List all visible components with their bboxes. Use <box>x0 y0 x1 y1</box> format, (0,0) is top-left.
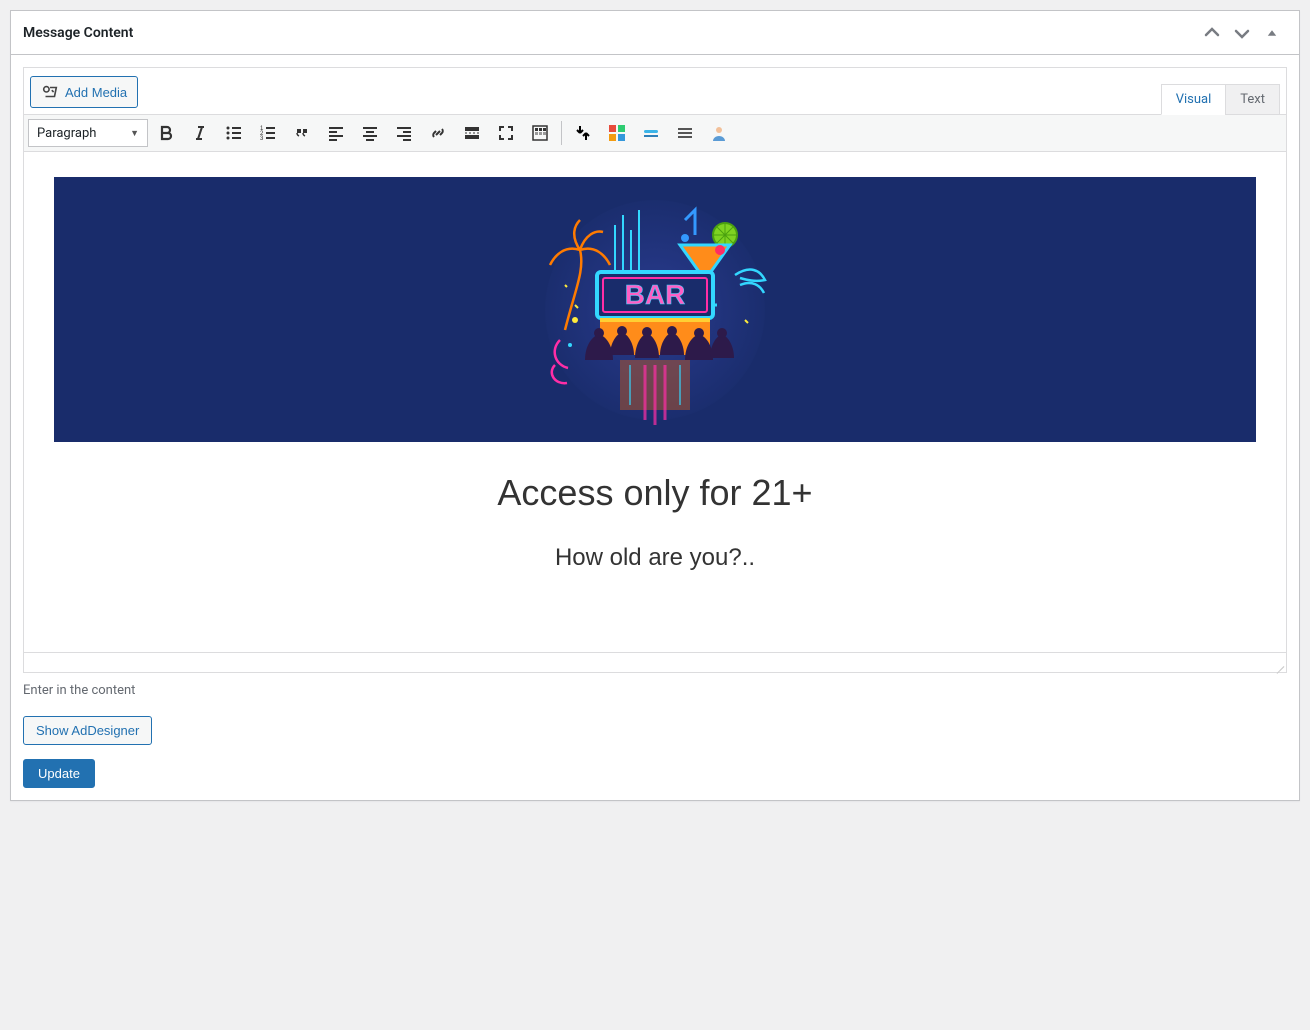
add-media-button[interactable]: Add Media <box>30 76 138 108</box>
align-right-button[interactable] <box>388 119 420 147</box>
toolbar-toggle-button[interactable] <box>524 119 556 147</box>
add-media-label: Add Media <box>65 85 127 100</box>
bold-button[interactable] <box>150 119 182 147</box>
color-palette-icon <box>607 123 627 143</box>
bar-neon-graphic: BAR <box>525 190 785 430</box>
italic-button[interactable] <box>184 119 216 147</box>
format-dropdown-value: Paragraph <box>37 126 96 141</box>
bullet-list-icon <box>224 123 244 143</box>
panel-toggle-button[interactable] <box>1257 18 1287 48</box>
toolbar-toggle-icon <box>530 123 550 143</box>
content-heading: Access only for 21+ <box>54 472 1256 514</box>
insert-button[interactable] <box>567 119 599 147</box>
fullscreen-icon <box>496 123 516 143</box>
separator2-icon <box>675 123 695 143</box>
panel-move-up-button[interactable] <box>1197 18 1227 48</box>
blockquote-icon <box>292 123 312 143</box>
toolbar-separator <box>561 121 562 145</box>
user-icon <box>709 123 729 143</box>
insert-icon <box>573 123 593 143</box>
separator2-button[interactable] <box>669 119 701 147</box>
align-center-button[interactable] <box>354 119 386 147</box>
editor-toolbar: Paragraph 123 <box>24 115 1286 152</box>
resize-handle[interactable] <box>1270 656 1284 670</box>
align-left-button[interactable] <box>320 119 352 147</box>
align-center-icon <box>360 123 380 143</box>
separator-icon <box>641 123 661 143</box>
panel-title: Message Content <box>23 25 133 41</box>
banner-image: BAR <box>54 177 1256 442</box>
editor-content-area[interactable]: BAR <box>24 152 1286 652</box>
link-icon <box>428 123 448 143</box>
panel-header: Message Content <box>11 11 1299 55</box>
bold-icon <box>156 123 176 143</box>
blockquote-button[interactable] <box>286 119 318 147</box>
color-palette-button[interactable] <box>601 119 633 147</box>
panel-controls <box>1197 18 1287 48</box>
editor-tabs: Visual Text <box>1162 83 1280 114</box>
show-addesigner-button[interactable]: Show AdDesigner <box>23 716 152 745</box>
numbered-list-button[interactable]: 123 <box>252 119 284 147</box>
fullscreen-button[interactable] <box>490 119 522 147</box>
content-subtext: How old are you?.. <box>54 544 1256 572</box>
tab-text[interactable]: Text <box>1225 84 1280 115</box>
read-more-icon <box>462 123 482 143</box>
triangle-up-icon <box>1265 26 1279 40</box>
bullet-list-button[interactable] <box>218 119 250 147</box>
separator-button[interactable] <box>635 119 667 147</box>
help-text: Enter in the content <box>23 673 1287 698</box>
media-icon <box>41 83 59 101</box>
panel-body: Add Media Visual Text Paragraph 123 <box>11 55 1299 800</box>
svg-text:3: 3 <box>260 136 264 142</box>
format-dropdown[interactable]: Paragraph <box>28 119 148 147</box>
update-button[interactable]: Update <box>23 759 95 788</box>
editor-topbar: Add Media Visual Text <box>24 68 1286 115</box>
numbered-list-icon: 123 <box>258 123 278 143</box>
tab-visual[interactable]: Visual <box>1161 84 1227 115</box>
editor-container: Add Media Visual Text Paragraph 123 <box>23 67 1287 673</box>
align-left-icon <box>326 123 346 143</box>
message-content-panel: Message Content Add Media Visual <box>10 10 1300 801</box>
user-button[interactable] <box>703 119 735 147</box>
bar-sign-text: BAR <box>625 279 686 310</box>
italic-icon <box>190 123 210 143</box>
chevron-down-icon <box>1232 23 1252 43</box>
panel-move-down-button[interactable] <box>1227 18 1257 48</box>
link-button[interactable] <box>422 119 454 147</box>
read-more-button[interactable] <box>456 119 488 147</box>
chevron-up-icon <box>1202 23 1222 43</box>
editor-statusbar <box>24 652 1286 672</box>
align-right-icon <box>394 123 414 143</box>
